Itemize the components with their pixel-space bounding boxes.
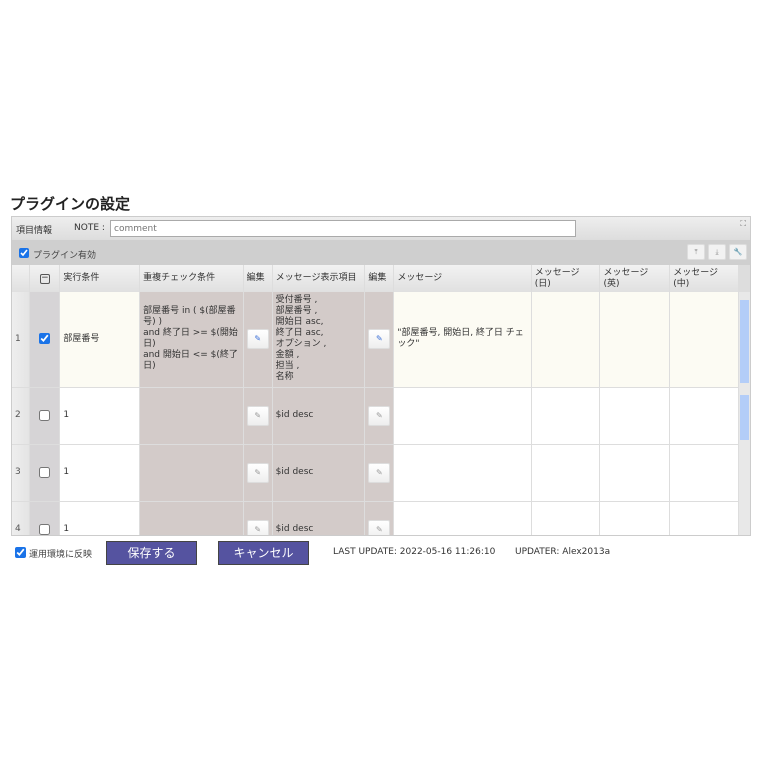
dup-check-cell[interactable]: [139, 444, 244, 502]
col-header[interactable]: メッセージ表示項目: [272, 265, 366, 292]
row-checkbox[interactable]: [39, 333, 51, 345]
display-items-cell[interactable]: $id desc: [272, 501, 366, 535]
message-zh-cell[interactable]: [669, 387, 739, 445]
reflect-checkbox[interactable]: [15, 547, 26, 558]
move-bottom-icon[interactable]: ⤓: [708, 244, 726, 260]
message-ja-cell[interactable]: [531, 387, 601, 445]
last-update: LAST UPDATE: 2022-05-16 11:26:10: [333, 547, 496, 557]
col-header[interactable]: 実行条件: [59, 265, 141, 292]
wrench-icon[interactable]: 🔧: [729, 244, 747, 260]
message-ja-cell[interactable]: [531, 501, 601, 535]
row-number: 3: [12, 444, 31, 502]
save-button[interactable]: 保存する: [106, 541, 197, 565]
display-items-cell[interactable]: $id desc: [272, 387, 366, 445]
exec-condition-cell[interactable]: 部屋番号: [59, 292, 141, 388]
message-cell[interactable]: [393, 387, 532, 445]
table-row[interactable]: 2 1 ✎ $id desc ✎: [12, 387, 750, 445]
edit-items-button[interactable]: ✎: [368, 519, 391, 535]
edit-items-button[interactable]: ✎: [368, 462, 391, 483]
scrollbar[interactable]: [738, 292, 750, 387]
updater: UPDATER: Alex2013a: [515, 547, 611, 557]
page-title: プラグインの設定: [10, 195, 131, 213]
message-en-cell[interactable]: [599, 387, 671, 445]
message-en-cell[interactable]: [599, 501, 671, 535]
select-all-checkbox[interactable]: −: [29, 265, 61, 292]
row-number: 1: [12, 292, 31, 388]
edit-dup-button[interactable]: ✎: [246, 405, 269, 426]
col-header[interactable]: メッセージ (英): [599, 265, 671, 292]
col-header[interactable]: メッセージ (日): [531, 265, 601, 292]
dup-check-cell[interactable]: [139, 501, 244, 535]
plugin-enabled-row: プラグイン有効 ⤒ ⤓ 🔧: [12, 240, 750, 265]
note-input[interactable]: [110, 220, 576, 237]
scrollbar-thumb[interactable]: [740, 300, 749, 383]
scrollbar[interactable]: [738, 501, 750, 535]
col-header[interactable]: 編集: [364, 265, 395, 292]
message-cell[interactable]: [393, 444, 532, 502]
row-checkbox[interactable]: [39, 466, 51, 478]
row-number: 4: [12, 501, 31, 535]
message-ja-cell[interactable]: [531, 292, 601, 388]
footer: 運用環境に反映 保存する キャンセル LAST UPDATE: 2022-05-…: [0, 541, 760, 567]
scrollbar[interactable]: [738, 444, 750, 501]
exec-condition-cell[interactable]: 1: [59, 501, 141, 535]
message-cell[interactable]: "部屋番号, 開始日, 終了日 チェック": [393, 292, 532, 388]
message-en-cell[interactable]: [599, 444, 671, 502]
plugin-enabled-checkbox[interactable]: [19, 248, 29, 258]
message-zh-cell[interactable]: [669, 444, 739, 502]
table-row[interactable]: 1 部屋番号 部屋番号 in ( $(部屋番号) ) and 終了日 >= $(開始…: [12, 292, 750, 388]
move-top-icon[interactable]: ⤒: [687, 244, 705, 260]
display-items-cell[interactable]: $id desc: [272, 444, 366, 502]
message-cell[interactable]: [393, 501, 532, 535]
col-header[interactable]: メッセージ (中): [669, 265, 739, 292]
message-en-cell[interactable]: [599, 292, 671, 388]
edit-dup-button[interactable]: ✎: [246, 462, 269, 483]
plugin-enabled-label: プラグイン有効: [33, 251, 97, 261]
edit-items-button[interactable]: ✎: [368, 405, 391, 426]
dup-check-cell[interactable]: 部屋番号 in ( $(部屋番号) ) and 終了日 >= $(開始日) an…: [139, 292, 244, 388]
col-header[interactable]: 編集: [243, 265, 273, 292]
plugin-settings-panel: 項目情報 NOTE : ⛶ プラグイン有効 ⤒ ⤓ 🔧 − 実行条件 重複チェッ…: [11, 216, 751, 536]
table-row[interactable]: 3 1 ✎ $id desc ✎: [12, 444, 750, 502]
row-number: 2: [12, 387, 31, 445]
exec-condition-cell[interactable]: 1: [59, 444, 141, 502]
exec-condition-cell[interactable]: 1: [59, 387, 141, 445]
edit-dup-button[interactable]: ✎: [246, 329, 269, 350]
col-header[interactable]: メッセージ: [393, 265, 532, 292]
cancel-button[interactable]: キャンセル: [218, 541, 309, 565]
edit-items-button[interactable]: ✎: [368, 329, 391, 350]
scrollbar-thumb[interactable]: [740, 395, 749, 440]
display-items-cell[interactable]: 受付番号 , 部屋番号 , 開始日 asc, 終了日 asc, オプション , …: [272, 292, 366, 388]
note-label: NOTE :: [74, 223, 105, 233]
col-header[interactable]: 重複チェック条件: [139, 265, 244, 292]
expand-icon[interactable]: ⛶: [740, 219, 746, 229]
rules-table: − 実行条件 重複チェック条件 編集 メッセージ表示項目 編集 メッセージ メッ…: [12, 265, 750, 535]
row-checkbox[interactable]: [39, 409, 51, 421]
message-zh-cell[interactable]: [669, 292, 739, 388]
table-header: − 実行条件 重複チェック条件 編集 メッセージ表示項目 編集 メッセージ メッ…: [12, 265, 750, 292]
row-checkbox[interactable]: [39, 523, 51, 535]
message-zh-cell[interactable]: [669, 501, 739, 535]
table-row[interactable]: 4 1 ✎ $id desc ✎: [12, 501, 750, 535]
dup-check-cell[interactable]: [139, 387, 244, 445]
scrollbar[interactable]: [738, 387, 750, 444]
note-row: 項目情報 NOTE : ⛶: [12, 217, 750, 240]
item-info-label: 項目情報: [16, 226, 53, 236]
reflect-label: 運用環境に反映: [29, 550, 93, 560]
edit-dup-button[interactable]: ✎: [246, 519, 269, 535]
message-ja-cell[interactable]: [531, 444, 601, 502]
